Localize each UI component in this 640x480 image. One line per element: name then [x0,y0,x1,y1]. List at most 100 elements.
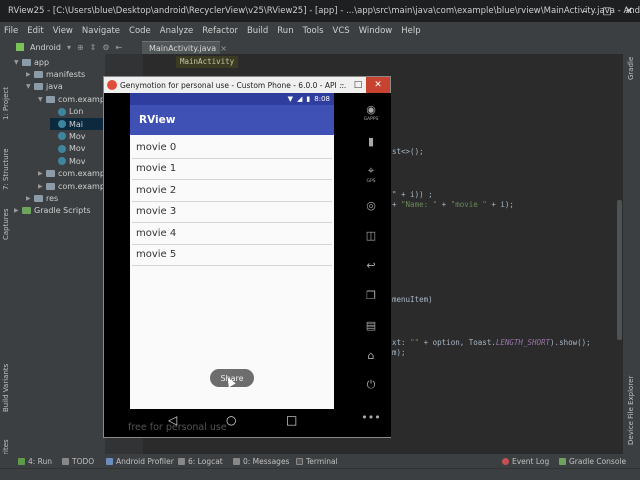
recents-icon[interactable]: □ [286,413,297,427]
tree-item[interactable]: ▶ com.examp [38,180,105,192]
expand-arrow-icon[interactable]: ▶ [26,195,34,202]
minimize-icon[interactable]: – [334,77,350,93]
close-icon[interactable]: ✕ [366,77,390,93]
tool-window-project[interactable]: 1: Project [2,87,10,120]
tool-window-structure[interactable]: 7: Structure [2,148,10,190]
menu-analyze[interactable]: Analyze [160,26,194,36]
tool-android-profiler[interactable]: Android Profiler [106,457,174,466]
more-icon[interactable]: ••• [361,409,380,425]
chevron-down-icon[interactable]: ▾ [67,43,71,52]
menu-tools[interactable]: Tools [303,26,324,36]
tool-gradle-console[interactable]: Gradle Console [559,457,626,466]
menu-code[interactable]: Code [129,26,151,36]
tree-item[interactable]: Mov [50,143,105,155]
hide-icon[interactable]: ⇤ [116,43,123,52]
phone-screen[interactable]: ▼ ◢ ▮ 8:08 RView movie 0 movie 1 movie 2… [130,93,334,409]
genymotion-window[interactable]: Genymotion for personal use - Custom Pho… [103,76,391,438]
tool-logcat[interactable]: 6: Logcat [178,457,223,466]
expand-arrow-icon[interactable]: ▼ [14,59,22,66]
tool-messages[interactable]: 0: Messages [233,457,289,466]
tool-event-log-label: Event Log [512,456,550,466]
tool-event-log[interactable]: Event Log [502,457,549,466]
tree-item[interactable]: ▶ res [26,192,105,204]
project-view-selector[interactable]: Android [30,43,61,52]
menu-view[interactable]: View [53,26,73,36]
code-line[interactable]: st<>(); [392,147,424,156]
tree-item-label: Mov [69,131,86,141]
tool-terminal[interactable]: Terminal [296,457,338,466]
close-icon[interactable]: ✕ [618,0,640,22]
gradle-console-icon [559,457,566,465]
menu-run[interactable]: Run [277,26,293,36]
list-item[interactable]: movie 5 [132,245,332,266]
code-line[interactable]: m); [392,348,406,357]
tree-item[interactable]: Lon [50,106,105,118]
tool-window-gradle[interactable]: Gradle [627,57,635,80]
list-item[interactable]: movie 1 [132,159,332,180]
capture-icon[interactable]: ◫ [363,227,379,243]
code-line[interactable]: " + i)) ; [392,190,433,199]
list-item[interactable]: movie 0 [132,137,332,159]
sync-icon[interactable]: ⊕ [77,43,84,52]
gps-icon[interactable]: ⌖ [363,163,379,179]
menu-edit[interactable]: Edit [27,26,43,36]
menu-vcs[interactable]: VCS [333,26,350,36]
list-item[interactable]: movie 2 [132,180,332,202]
code-line[interactable]: menuItem) [392,295,433,304]
tree-item[interactable]: ▶ manifests [26,68,105,80]
camera-icon[interactable]: ◎ [363,197,379,213]
movie-list[interactable]: movie 0 movie 1 movie 2 movie 3 movie 4 … [130,137,334,266]
expand-arrow-icon[interactable]: ▶ [26,71,34,78]
list-item[interactable]: movie 4 [132,223,332,245]
tab-main-activity[interactable]: MainActivity.java × [142,41,227,54]
app-title: RView [139,114,176,126]
minimize-icon[interactable]: – [574,0,596,22]
tree-item[interactable]: ▼ java [26,81,105,93]
menu-icon[interactable]: ▤ [363,317,379,333]
event-log-icon [502,457,509,465]
editor-scrollbar[interactable] [617,200,622,340]
tool-window-captures[interactable]: Captures [2,209,10,240]
genymotion-title-bar[interactable]: Genymotion for personal use - Custom Pho… [104,77,390,93]
home-button-icon[interactable]: ⌂ [363,347,379,363]
tool-window-device-file-explorer[interactable]: Device File Explorer [627,376,635,445]
home-icon[interactable]: ○ [226,413,236,427]
tree-item[interactable]: ▶ Gradle Scripts [14,205,105,217]
logcat-icon [178,457,185,465]
tab-close-icon[interactable]: × [220,44,227,53]
maximize-icon[interactable]: □ [596,0,618,22]
tree-item[interactable]: Mai [50,118,105,130]
menu-help[interactable]: Help [401,26,420,36]
menu-file[interactable]: File [4,26,18,36]
menu-window[interactable]: Window [359,26,393,36]
tree-item[interactable]: Mov [50,155,105,167]
battery-widget-icon[interactable]: ▮ [363,133,379,149]
menu-refactor[interactable]: Refactor [202,26,238,36]
expand-arrow-icon[interactable]: ▶ [38,183,46,190]
power-icon[interactable]: ⏻ [363,377,379,393]
back-button-icon[interactable]: ↩ [363,257,379,273]
collapse-icon[interactable]: ⇕ [90,43,97,52]
gapps-icon[interactable]: ◉ [363,101,379,117]
expand-arrow-icon[interactable]: ▼ [26,83,34,90]
tree-item[interactable]: ▶ com.examp [38,168,105,180]
tool-todo[interactable]: TODO [62,457,94,466]
expand-arrow-icon[interactable]: ▼ [38,96,46,103]
tool-run[interactable]: 4: Run [18,457,52,466]
list-item[interactable]: movie 3 [132,202,332,223]
maximize-icon[interactable]: □ [350,77,366,93]
tree-item[interactable]: ▼ app [14,56,105,68]
code-line[interactable]: + "Name: " + "movie " + i); [392,200,514,209]
tool-window-build-variants[interactable]: Build Variants [2,364,10,412]
menu-build[interactable]: Build [247,26,268,36]
recent-apps-icon[interactable]: ❐ [363,287,379,303]
tree-item[interactable]: Mov [50,130,105,142]
tree-item[interactable]: ▼ com.examp [38,93,105,105]
window-controls: – □ ✕ [574,0,640,22]
menu-navigate[interactable]: Navigate [82,26,120,36]
gear-icon[interactable]: ⚙ [102,43,109,52]
expand-arrow-icon[interactable]: ▶ [14,207,22,214]
breadcrumb[interactable]: MainActivity [176,56,239,68]
code-line[interactable]: xt: "" + option, Toast.LENGTH_SHORT).sho… [392,338,591,347]
expand-arrow-icon[interactable]: ▶ [38,170,46,177]
